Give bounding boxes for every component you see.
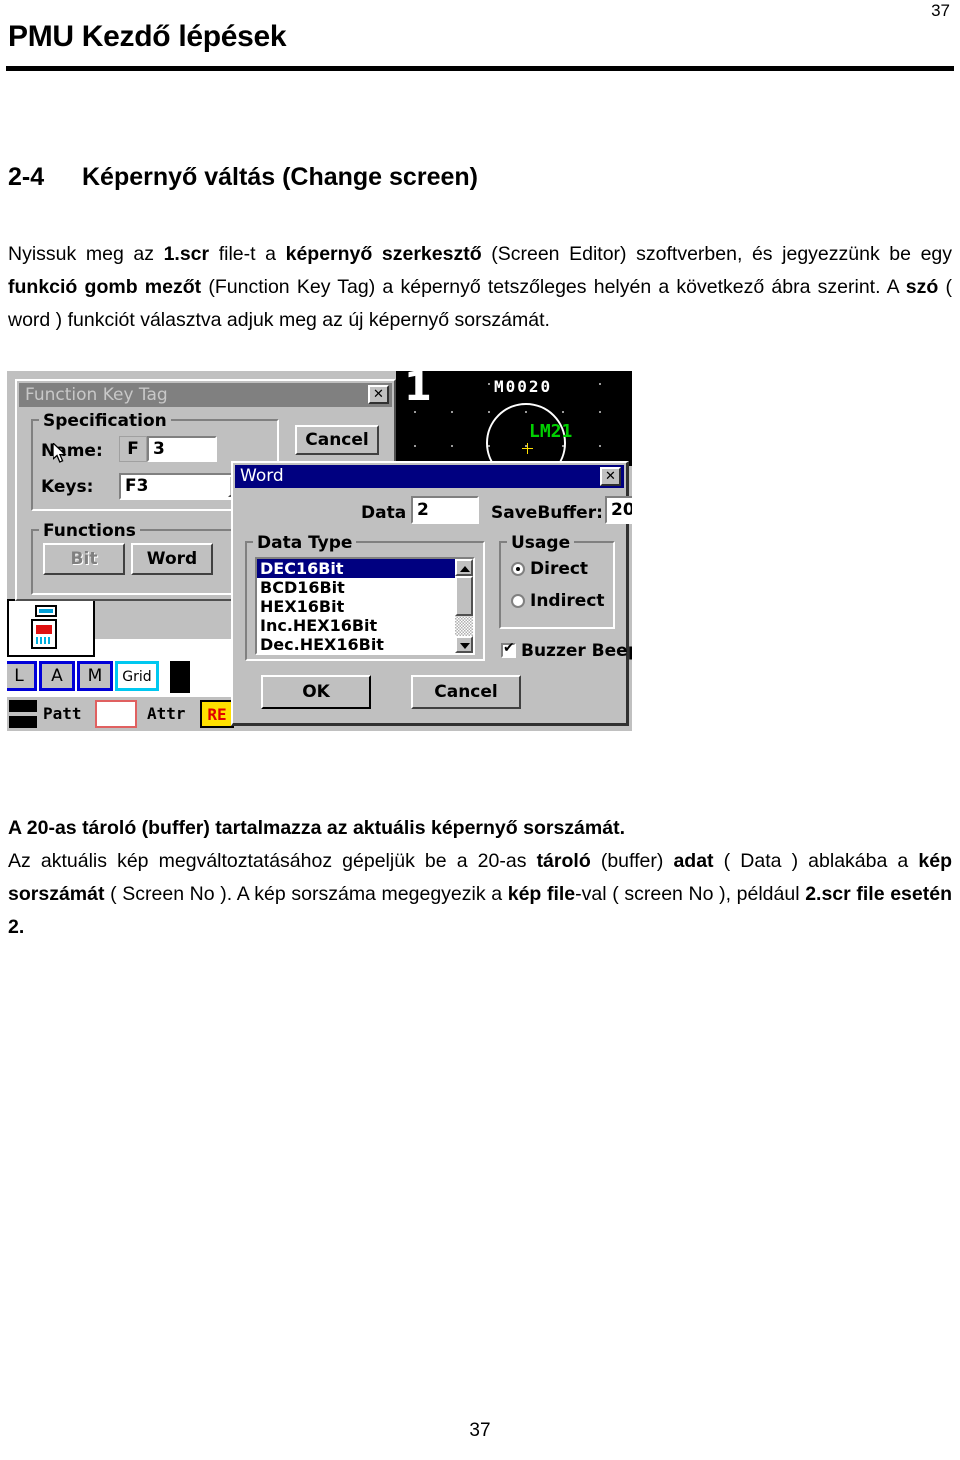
word-dialog-title: Word — [240, 466, 284, 486]
data-label: Data — [361, 503, 407, 523]
word-dialog-titlebar[interactable]: Word ✕ — [235, 465, 624, 488]
functions-group-label: Functions — [39, 521, 140, 541]
toolbar-button-m-label: M — [87, 666, 103, 686]
list-item[interactable]: DEC16Bit — [257, 559, 473, 578]
data-input[interactable]: 2 — [411, 496, 479, 524]
attribute-value-badge[interactable]: RE — [200, 700, 234, 728]
canvas-device-label: M0020 — [494, 377, 553, 396]
savebuffer-label: SaveBuffer: — [491, 503, 603, 523]
specification-group-label: Specification — [39, 411, 171, 431]
intro-bold-4: szó — [905, 276, 939, 298]
close-icon[interactable]: ✕ — [600, 467, 621, 486]
intro-bold-1: 1.scr — [163, 243, 210, 265]
word-dialog: Word ✕ Data 2 SaveBuffer: 20 Data Type D… — [231, 461, 632, 726]
buzzer-beep-label: Buzzer Beep — [521, 641, 632, 661]
closing-text-4: ( Screen No ). A kép sorszáma megegyezik… — [104, 883, 508, 905]
closing-text-3: ( Data ) ablakába a — [713, 850, 919, 872]
intro-paragraph: Nyissuk meg az 1.scr file-t a képernyő s… — [8, 238, 952, 337]
data-type-scrollbar[interactable] — [455, 559, 473, 653]
closing-bold-1: tároló — [536, 850, 591, 872]
page-number-bottom: 37 — [469, 1420, 491, 1441]
checkbox-checked-icon — [501, 641, 516, 658]
intro-text-2: file-t a — [209, 243, 286, 265]
intro-text-1: Nyissuk meg az — [8, 243, 164, 265]
screen-icon — [35, 605, 57, 617]
closing-text-5: -val ( screen No ), például — [575, 883, 806, 905]
closing-text-1: Az aktuális kép megváltoztatásához gépel… — [8, 850, 537, 872]
name-input[interactable]: 3 — [147, 436, 217, 462]
toolbar-button-grid[interactable]: Grid — [115, 661, 159, 691]
page-number-top: 37 — [931, 1, 950, 20]
canvas-crosshair-cursor-icon — [522, 443, 533, 454]
section-title: Képernyő váltás (Change screen) — [82, 163, 478, 191]
intro-text-4: (Function Key Tag) a képernyő tetszőlege… — [201, 276, 906, 298]
savebuffer-input[interactable]: 20 — [605, 496, 632, 524]
radio-selected-icon — [511, 562, 525, 576]
fkt-cancel-button[interactable]: Cancel — [295, 425, 379, 455]
screenshot-figure: 1 M0020 LM21 L A M Grid Patt Attr RE Fun… — [7, 371, 632, 731]
list-item[interactable]: Dec.HEX16Bit — [257, 635, 473, 653]
usage-radio-indirect[interactable]: Indirect — [511, 591, 605, 611]
keys-label: Keys: — [41, 477, 94, 497]
section-number: 2-4 — [8, 163, 45, 191]
list-item[interactable]: BCD16Bit — [257, 578, 473, 597]
word-cancel-button[interactable]: Cancel — [411, 675, 521, 709]
pattern-swatch-icon[interactable] — [9, 700, 37, 728]
buffer-note-paragraph: A 20-as tároló (buffer) tartalmazza az a… — [8, 817, 625, 839]
toolbar-button-l-label: L — [14, 666, 24, 686]
document-header-title: PMU Kezdő lépések — [8, 20, 287, 53]
scrollbar-thumb[interactable] — [455, 576, 473, 616]
intro-bold-3: funkció gomb mezőt — [8, 276, 202, 298]
closing-bold-4: kép file — [507, 883, 576, 905]
intro-bold-2: képernyő szerkesztő — [285, 243, 482, 265]
scroll-up-icon[interactable] — [455, 559, 473, 576]
canvas-tag-label: LM21 — [529, 421, 573, 442]
usage-indirect-label: Indirect — [530, 591, 605, 611]
function-key-tag-titlebar[interactable]: Function Key Tag ✕ — [19, 383, 392, 407]
list-item[interactable]: HEX16Bit — [257, 597, 473, 616]
closing-text-2: (buffer) — [590, 850, 674, 872]
document-icon — [31, 619, 57, 649]
screen-editor-canvas[interactable]: 1 M0020 LM21 — [396, 371, 632, 466]
pattern-label: Patt — [43, 704, 82, 723]
buzzer-beep-checkbox[interactable]: Buzzer Beep — [501, 641, 632, 661]
toolbar-button-grid-label: Grid — [122, 669, 152, 685]
function-key-tag-title: Function Key Tag — [25, 385, 168, 405]
toolbar-button-m[interactable]: M — [77, 661, 113, 691]
closing-bold-2: adat — [673, 850, 714, 872]
usage-group — [499, 541, 615, 629]
intro-text-3: (Screen Editor) szoftverben, és jegyezzü… — [481, 243, 953, 265]
toolbar-black-chunk — [170, 661, 190, 693]
ok-button[interactable]: OK — [261, 675, 371, 709]
name-prefix: F — [119, 436, 147, 462]
closing-paragraph: Az aktuális kép megváltoztatásához gépel… — [8, 845, 952, 944]
word-button[interactable]: Word — [131, 543, 213, 575]
header-divider — [6, 66, 954, 71]
toolbar-button-a[interactable]: A — [39, 661, 75, 691]
scroll-down-icon[interactable] — [455, 636, 473, 653]
name-label: Name: — [41, 441, 103, 461]
data-type-listbox[interactable]: DEC16Bit BCD16Bit HEX16Bit Inc.HEX16Bit … — [255, 557, 475, 655]
radio-unselected-icon — [511, 594, 525, 608]
usage-radio-direct[interactable]: Direct — [511, 559, 588, 579]
close-icon[interactable]: ✕ — [368, 385, 389, 404]
toolbar-button-a-label: A — [51, 666, 63, 686]
canvas-screen-number: 1 — [404, 371, 432, 410]
usage-group-label: Usage — [507, 533, 575, 553]
attribute-label: Attr — [147, 704, 186, 723]
list-item[interactable]: Inc.HEX16Bit — [257, 616, 473, 635]
toolbar-icon-cluster[interactable] — [7, 599, 95, 657]
usage-direct-label: Direct — [530, 559, 589, 579]
toolbar-button-l[interactable]: L — [7, 661, 37, 691]
pattern-color-swatch[interactable] — [95, 700, 137, 728]
data-type-group-label: Data Type — [253, 533, 357, 553]
bit-button[interactable]: Bit — [43, 543, 125, 575]
section-heading: 2-4 Képernyő váltás (Change screen) — [8, 163, 938, 192]
